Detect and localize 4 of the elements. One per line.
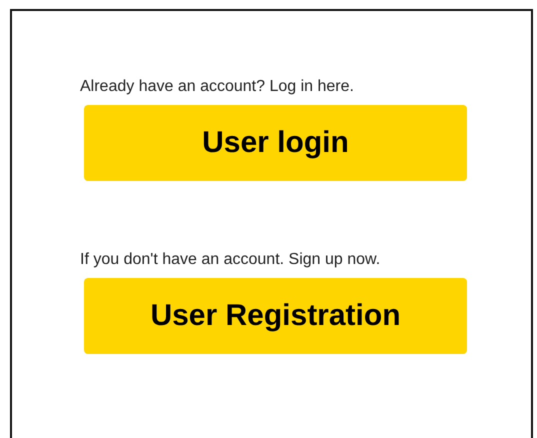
- action-button[interactable]: User Registration: [84, 278, 467, 354]
- prompt-text: Already have an account? Log in here.: [80, 78, 354, 96]
- action-button[interactable]: User login: [84, 105, 467, 181]
- prompt-text: If you don't have an account. Sign up now.: [80, 251, 380, 269]
